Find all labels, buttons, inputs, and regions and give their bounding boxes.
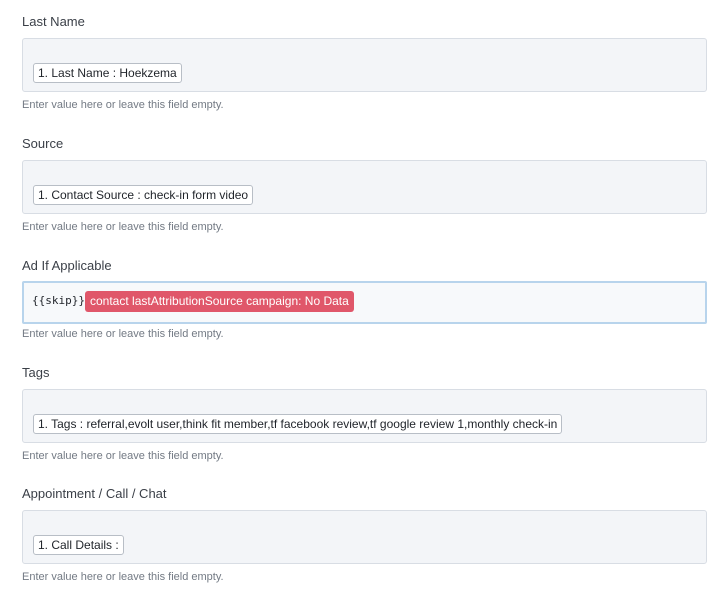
- tags-token[interactable]: 1. Tags : referral,evolt user,think fit …: [33, 414, 563, 434]
- field-label-ad-if-applicable: Ad If Applicable: [22, 258, 112, 273]
- appointment-call-chat-hint: Enter value here or leave this field emp…: [22, 571, 224, 583]
- missing-data-token[interactable]: contact lastAttributionSource campaign: …: [85, 291, 354, 312]
- ad-if-applicable-input[interactable]: {{skip}} contact lastAttributionSource c…: [22, 281, 707, 324]
- ad-if-applicable-hint: Enter value here or leave this field emp…: [22, 328, 224, 340]
- appointment-call-chat-input[interactable]: 1. Call Details :: [22, 510, 707, 564]
- last-name-token[interactable]: 1. Last Name : Hoekzema: [33, 63, 182, 83]
- source-input[interactable]: 1. Contact Source : check-in form video: [22, 160, 707, 214]
- call-details-token[interactable]: 1. Call Details :: [33, 535, 124, 555]
- tags-input[interactable]: 1. Tags : referral,evolt user,think fit …: [22, 389, 707, 443]
- skip-placeholder-text: {{skip}}: [32, 294, 85, 307]
- last-name-input[interactable]: 1. Last Name : Hoekzema: [22, 38, 707, 92]
- last-name-hint: Enter value here or leave this field emp…: [22, 99, 224, 111]
- field-label-source: Source: [22, 136, 64, 151]
- field-label-appointment-call-chat: Appointment / Call / Chat: [22, 486, 167, 501]
- source-hint: Enter value here or leave this field emp…: [22, 221, 224, 233]
- field-label-tags: Tags: [22, 365, 50, 380]
- tags-hint: Enter value here or leave this field emp…: [22, 450, 224, 462]
- source-token[interactable]: 1. Contact Source : check-in form video: [33, 185, 254, 205]
- field-label-last-name: Last Name: [22, 14, 85, 29]
